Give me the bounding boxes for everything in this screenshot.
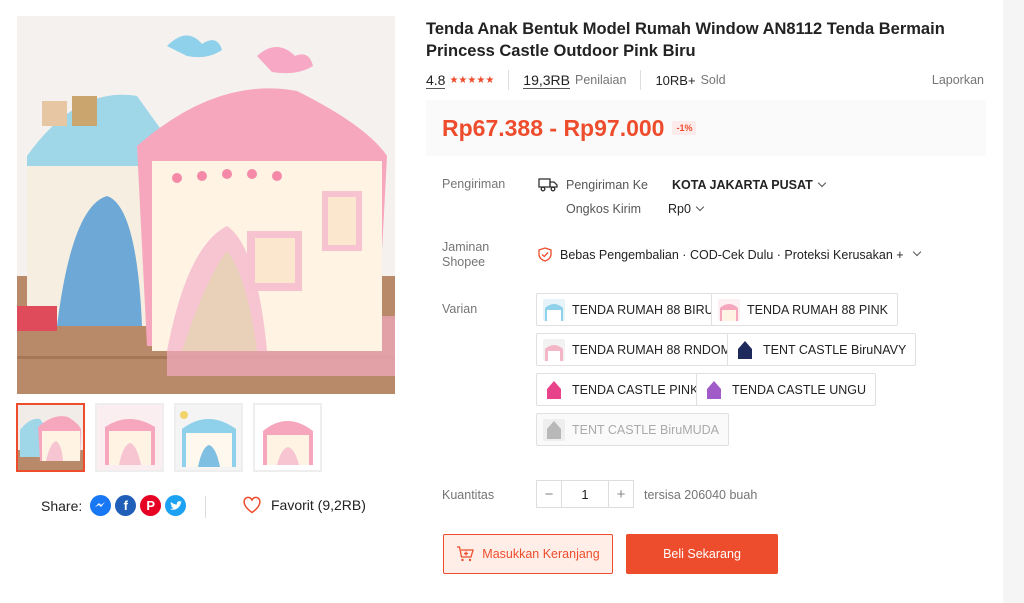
quantity-increase-button[interactable]: + (608, 480, 634, 508)
variant-label: Varian (442, 302, 478, 316)
shield-icon (538, 247, 552, 262)
quantity-decrease-button[interactable]: − (536, 480, 562, 508)
variant-option[interactable]: TENDA RUMAH 88 RNDOM (536, 333, 742, 366)
messenger-icon[interactable] (90, 495, 112, 516)
shipping-cost-label: Ongkos Kirim (566, 202, 642, 216)
variant-option-disabled: TENT CASTLE BiruMUDA (536, 413, 730, 446)
product-title: Tenda Anak Bentuk Model Rumah Window AN8… (426, 20, 945, 60)
review-count[interactable]: 19,3RB (523, 72, 570, 89)
rating-value[interactable]: 4.8 (426, 72, 446, 89)
chevron-down-icon (912, 247, 921, 256)
variant-label-text: TENDA RUMAH 88 RNDOM (572, 342, 732, 357)
shipping-destination: KOTA JAKARTA PUSAT (672, 178, 813, 192)
share-label: Share: (41, 497, 83, 514)
rating-stats: 4.8 ★★★★★ 19,3RB Penilaian 10RB+ Sold La… (426, 70, 984, 90)
price-range: Rp67.388 - Rp97.000 (442, 114, 665, 141)
favorite-button[interactable]: Favorit (9,2RB) (242, 496, 366, 514)
variant-option[interactable]: TENT CASTLE BiruNAVY (727, 333, 917, 366)
guarantee-label: Jaminan Shopee (442, 240, 489, 270)
share-row: Share: f P (41, 495, 187, 516)
shipping-label: Pengiriman (442, 177, 506, 191)
variant-thumbnail (703, 378, 725, 401)
variant-label-text: TENDA CASTLE UNGU (732, 382, 867, 397)
chevron-down-icon (695, 202, 705, 212)
stats-divider (508, 70, 510, 90)
variant-label-text: TENDA RUMAH 88 BIRU (572, 302, 714, 317)
thumbnail-3[interactable] (174, 403, 243, 472)
facebook-icon[interactable]: f (115, 495, 137, 516)
variant-thumbnail (734, 338, 756, 361)
stats-divider (640, 70, 642, 90)
shipping-to-label: Pengiriman Ke (566, 178, 648, 192)
shipping-cost-dropdown[interactable]: Rp0 (668, 202, 705, 216)
quantity-stepper: − 1 + (536, 480, 634, 508)
chevron-down-icon (817, 178, 826, 188)
review-label: Penilaian (575, 73, 627, 87)
variant-label-text: TENT CASTLE BiruMUDA (572, 422, 720, 437)
variant-thumbnail (543, 338, 565, 361)
quantity-label: Kuantitas (442, 488, 495, 502)
variant-thumbnail (543, 418, 565, 441)
product-card: Share: f P Favorit (9,2RB) Tenda Anak Be… (0, 0, 1003, 603)
report-link[interactable]: Laporkan (932, 73, 984, 87)
variant-thumbnail (543, 298, 565, 321)
thumbnail-strip (16, 403, 322, 472)
variant-thumbnail (718, 298, 740, 321)
add-to-cart-label: Masukkan Keranjang (482, 547, 600, 561)
price-box: Rp67.388 - Rp97.000 -1% (426, 100, 986, 156)
rating-stars-icon: ★★★★★ (449, 74, 495, 86)
twitter-icon[interactable] (165, 495, 187, 516)
favorite-label: Favorit (9,2RB) (271, 497, 366, 513)
add-cart-icon (457, 546, 475, 562)
guarantee-dropdown[interactable]: Bebas Pengembalian · COD-Cek Dulu · Prot… (538, 247, 921, 262)
product-main-image[interactable] (17, 16, 395, 394)
thumbnail-2[interactable] (95, 403, 164, 472)
guarantee-text: Bebas Pengembalian · COD-Cek Dulu · Prot… (560, 247, 904, 262)
share-divider (205, 496, 206, 518)
variant-label-text: TENDA RUMAH 88 PINK (747, 302, 889, 317)
guarantee-label-line1: Jaminan (442, 240, 490, 254)
quantity-input[interactable]: 1 (562, 480, 608, 508)
pinterest-icon[interactable]: P (140, 495, 162, 516)
stock-remaining: tersisa 206040 buah (644, 488, 758, 502)
variant-option[interactable]: TENDA CASTLE PINK (536, 373, 709, 406)
shipping-cost-value: Rp0 (668, 202, 691, 216)
sold-count: 10RB+ (655, 72, 696, 88)
sold-label: Sold (700, 73, 726, 87)
add-to-cart-button[interactable]: Masukkan Keranjang (443, 534, 613, 574)
variant-option[interactable]: TENDA RUMAH 88 BIRU (536, 293, 724, 326)
variant-label-text: TENDA CASTLE PINK (572, 382, 699, 397)
thumbnail-4[interactable] (253, 403, 322, 472)
variant-label-text: TENT CASTLE BiruNAVY (763, 342, 907, 357)
discount-badge: -1% (672, 121, 697, 135)
buy-now-button[interactable]: Beli Sekarang (626, 534, 778, 574)
thumbnail-1[interactable] (16, 403, 85, 472)
variant-option[interactable]: TENDA RUMAH 88 PINK (711, 293, 899, 326)
variant-thumbnail (543, 378, 565, 401)
guarantee-label-line2: Shopee (442, 255, 486, 269)
shipping-destination-dropdown[interactable]: KOTA JAKARTA PUSAT (672, 178, 826, 192)
truck-icon (538, 177, 558, 197)
heart-icon (243, 496, 261, 514)
variant-option[interactable]: TENDA CASTLE UNGU (696, 373, 877, 406)
